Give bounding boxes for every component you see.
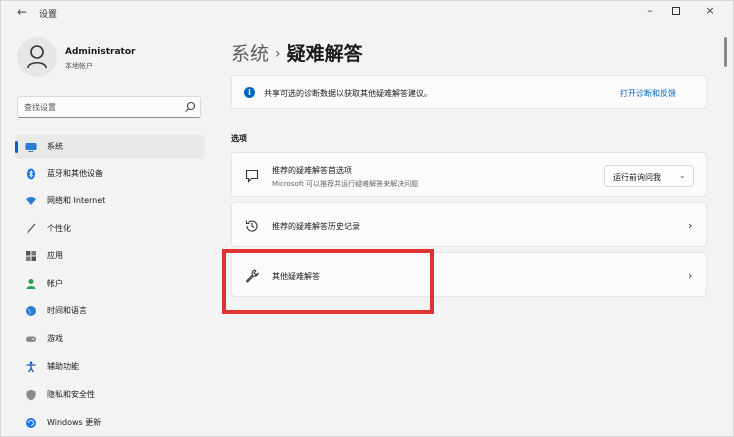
- shield-icon: [26, 389, 36, 401]
- user-name: Administrator: [65, 47, 136, 57]
- gamepad-icon: [26, 336, 36, 342]
- search-box: [17, 96, 201, 118]
- account-icon: [26, 279, 36, 289]
- sidebar-item-label: 个性化: [47, 224, 71, 233]
- page-title: 疑难解答: [286, 43, 363, 65]
- sidebar-item-network[interactable]: 网络和 Internet: [15, 189, 205, 213]
- sidebar-item-gaming[interactable]: 游戏: [15, 327, 205, 351]
- account-type: 本地帐户: [65, 62, 93, 70]
- accessibility-icon: [26, 361, 36, 373]
- preference-dropdown[interactable]: 运行前询问我 ⌄: [604, 165, 694, 187]
- breadcrumb: 系统 › 疑难解答: [231, 39, 363, 66]
- avatar: [17, 37, 57, 77]
- row-title: 推荐的疑难解答首选项: [272, 166, 352, 175]
- history-icon: [245, 220, 258, 232]
- brush-icon: [26, 223, 36, 234]
- update-icon: [26, 418, 36, 428]
- settings-window: ← 设置 – × Administrator 本地帐户 查找设置 系统 蓝牙和其…: [0, 0, 734, 437]
- breadcrumb-separator: ›: [275, 46, 281, 62]
- chevron-down-icon: ⌄: [679, 171, 686, 180]
- sidebar-item-label: 应用: [47, 251, 63, 260]
- app-title: 设置: [39, 10, 58, 20]
- dropdown-value: 运行前询问我: [613, 173, 661, 182]
- title-bar: ← 设置 – ×: [1, 1, 733, 27]
- sidebar-item-system[interactable]: 系统: [15, 135, 205, 159]
- sidebar-item-privacy[interactable]: 隐私和安全性: [15, 383, 205, 407]
- sidebar-item-label: Windows 更新: [47, 418, 102, 427]
- sidebar-item-accessibility[interactable]: 辅助功能: [15, 355, 205, 379]
- row-subtitle: Microsoft 可以推荐并运行疑难解答来解决问题: [272, 180, 419, 188]
- user-icon: [27, 45, 47, 69]
- maximize-button[interactable]: [665, 3, 687, 19]
- sidebar-item-label: 帐户: [47, 279, 63, 288]
- sidebar-item-label: 辅助功能: [47, 362, 79, 371]
- back-button[interactable]: ←: [15, 5, 29, 19]
- sidebar-item-label: 网络和 Internet: [47, 196, 106, 205]
- system-icon: [25, 143, 37, 152]
- globe-icon: [26, 306, 36, 316]
- search-icon[interactable]: [184, 101, 196, 113]
- sidebar-item-label: 系统: [47, 142, 63, 151]
- sidebar-item-accounts[interactable]: 帐户: [15, 272, 205, 296]
- diagnostic-info-banner: i 共享可选的诊断数据以获取其他疑难解答建议。 打开诊断和反馈: [231, 75, 707, 109]
- sidebar-item-windows-update[interactable]: Windows 更新: [15, 411, 205, 435]
- sidebar-item-bluetooth[interactable]: 蓝牙和其他设备: [15, 162, 205, 186]
- selection-indicator: [15, 141, 18, 153]
- highlight-box: [222, 249, 434, 314]
- troubleshoot-history-row[interactable]: 推荐的疑难解答历史记录 ›: [231, 202, 707, 247]
- minimize-button[interactable]: –: [639, 3, 661, 19]
- info-text: 共享可选的诊断数据以获取其他疑难解答建议。: [264, 89, 432, 98]
- chevron-right-icon: ›: [688, 269, 693, 282]
- sidebar-item-time-language[interactable]: 时间和语言: [15, 299, 205, 323]
- sidebar-item-label: 蓝牙和其他设备: [47, 169, 103, 178]
- breadcrumb-parent[interactable]: 系统: [231, 43, 269, 65]
- sidebar-item-label: 时间和语言: [47, 306, 87, 315]
- scrollbar[interactable]: [724, 37, 727, 67]
- network-icon: [26, 197, 36, 205]
- maximize-icon: [672, 7, 680, 15]
- search-input[interactable]: [18, 97, 178, 117]
- close-button[interactable]: ×: [699, 3, 721, 19]
- sidebar-item-apps[interactable]: 应用: [15, 244, 205, 268]
- apps-icon: [26, 251, 36, 261]
- troubleshoot-preferences-row: 推荐的疑难解答首选项 Microsoft 可以推荐并运行疑难解答来解决问题 运行…: [231, 152, 707, 197]
- sidebar-item-label: 隐私和安全性: [47, 390, 95, 399]
- info-icon: i: [244, 87, 255, 98]
- message-icon: [245, 169, 259, 183]
- sidebar-item-label: 游戏: [47, 334, 63, 343]
- row-title: 推荐的疑难解答历史记录: [272, 222, 360, 231]
- open-diagnostics-link[interactable]: 打开诊断和反馈: [620, 88, 676, 99]
- bluetooth-icon: [27, 168, 35, 180]
- sidebar-item-personalization[interactable]: 个性化: [15, 217, 205, 241]
- chevron-right-icon: ›: [688, 219, 693, 232]
- section-title: 选项: [231, 134, 247, 143]
